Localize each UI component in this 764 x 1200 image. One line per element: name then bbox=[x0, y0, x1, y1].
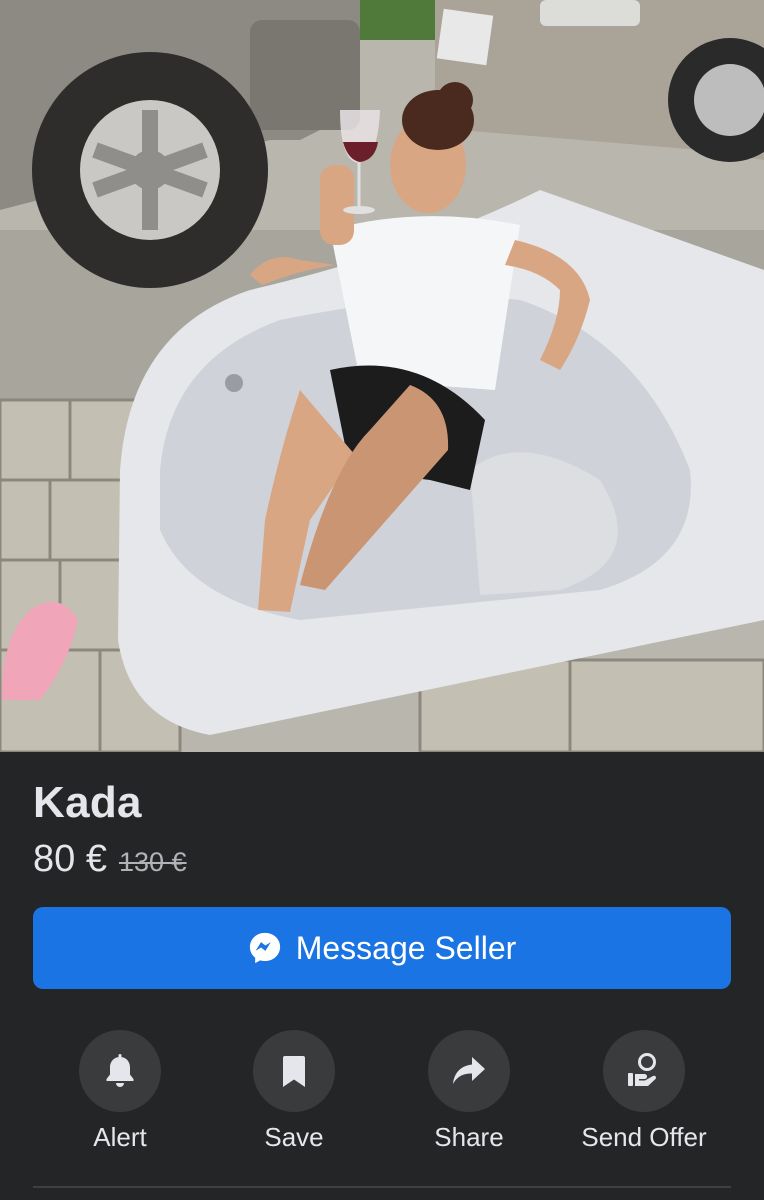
original-price: 130 € bbox=[118, 847, 187, 877]
alert-button[interactable]: Alert bbox=[30, 1030, 210, 1153]
bookmark-icon bbox=[283, 1056, 305, 1087]
share-button[interactable]: Share bbox=[379, 1030, 559, 1153]
message-seller-button[interactable]: Message Seller bbox=[33, 907, 731, 989]
send-offer-button[interactable]: Send Offer bbox=[554, 1030, 734, 1153]
listing-info: Kada 80 € 130 € Message Seller Alert Sav… bbox=[0, 752, 764, 1200]
listing-price: 80 € bbox=[33, 838, 107, 880]
listing-title: Kada bbox=[33, 778, 142, 827]
messenger-icon bbox=[248, 931, 282, 965]
alert-circle bbox=[79, 1030, 161, 1112]
send-offer-label: Send Offer bbox=[581, 1122, 707, 1152]
message-seller-label: Message Seller bbox=[295, 929, 517, 966]
share-label: Share bbox=[434, 1122, 504, 1152]
listing-photo[interactable] bbox=[0, 0, 764, 752]
action-bar: Alert Save Share Send Offer bbox=[0, 1030, 764, 1160]
divider bbox=[33, 1186, 731, 1188]
alert-label: Alert bbox=[93, 1122, 147, 1152]
share-arrow-icon bbox=[453, 1057, 485, 1084]
save-circle bbox=[253, 1030, 335, 1112]
bell-icon bbox=[106, 1054, 134, 1087]
send-offer-circle bbox=[603, 1030, 685, 1112]
offer-hand-icon bbox=[628, 1053, 656, 1086]
save-button[interactable]: Save bbox=[204, 1030, 384, 1153]
price-row: 80 € 130 € bbox=[33, 838, 187, 881]
save-label: Save bbox=[264, 1122, 324, 1152]
share-circle bbox=[428, 1030, 510, 1112]
